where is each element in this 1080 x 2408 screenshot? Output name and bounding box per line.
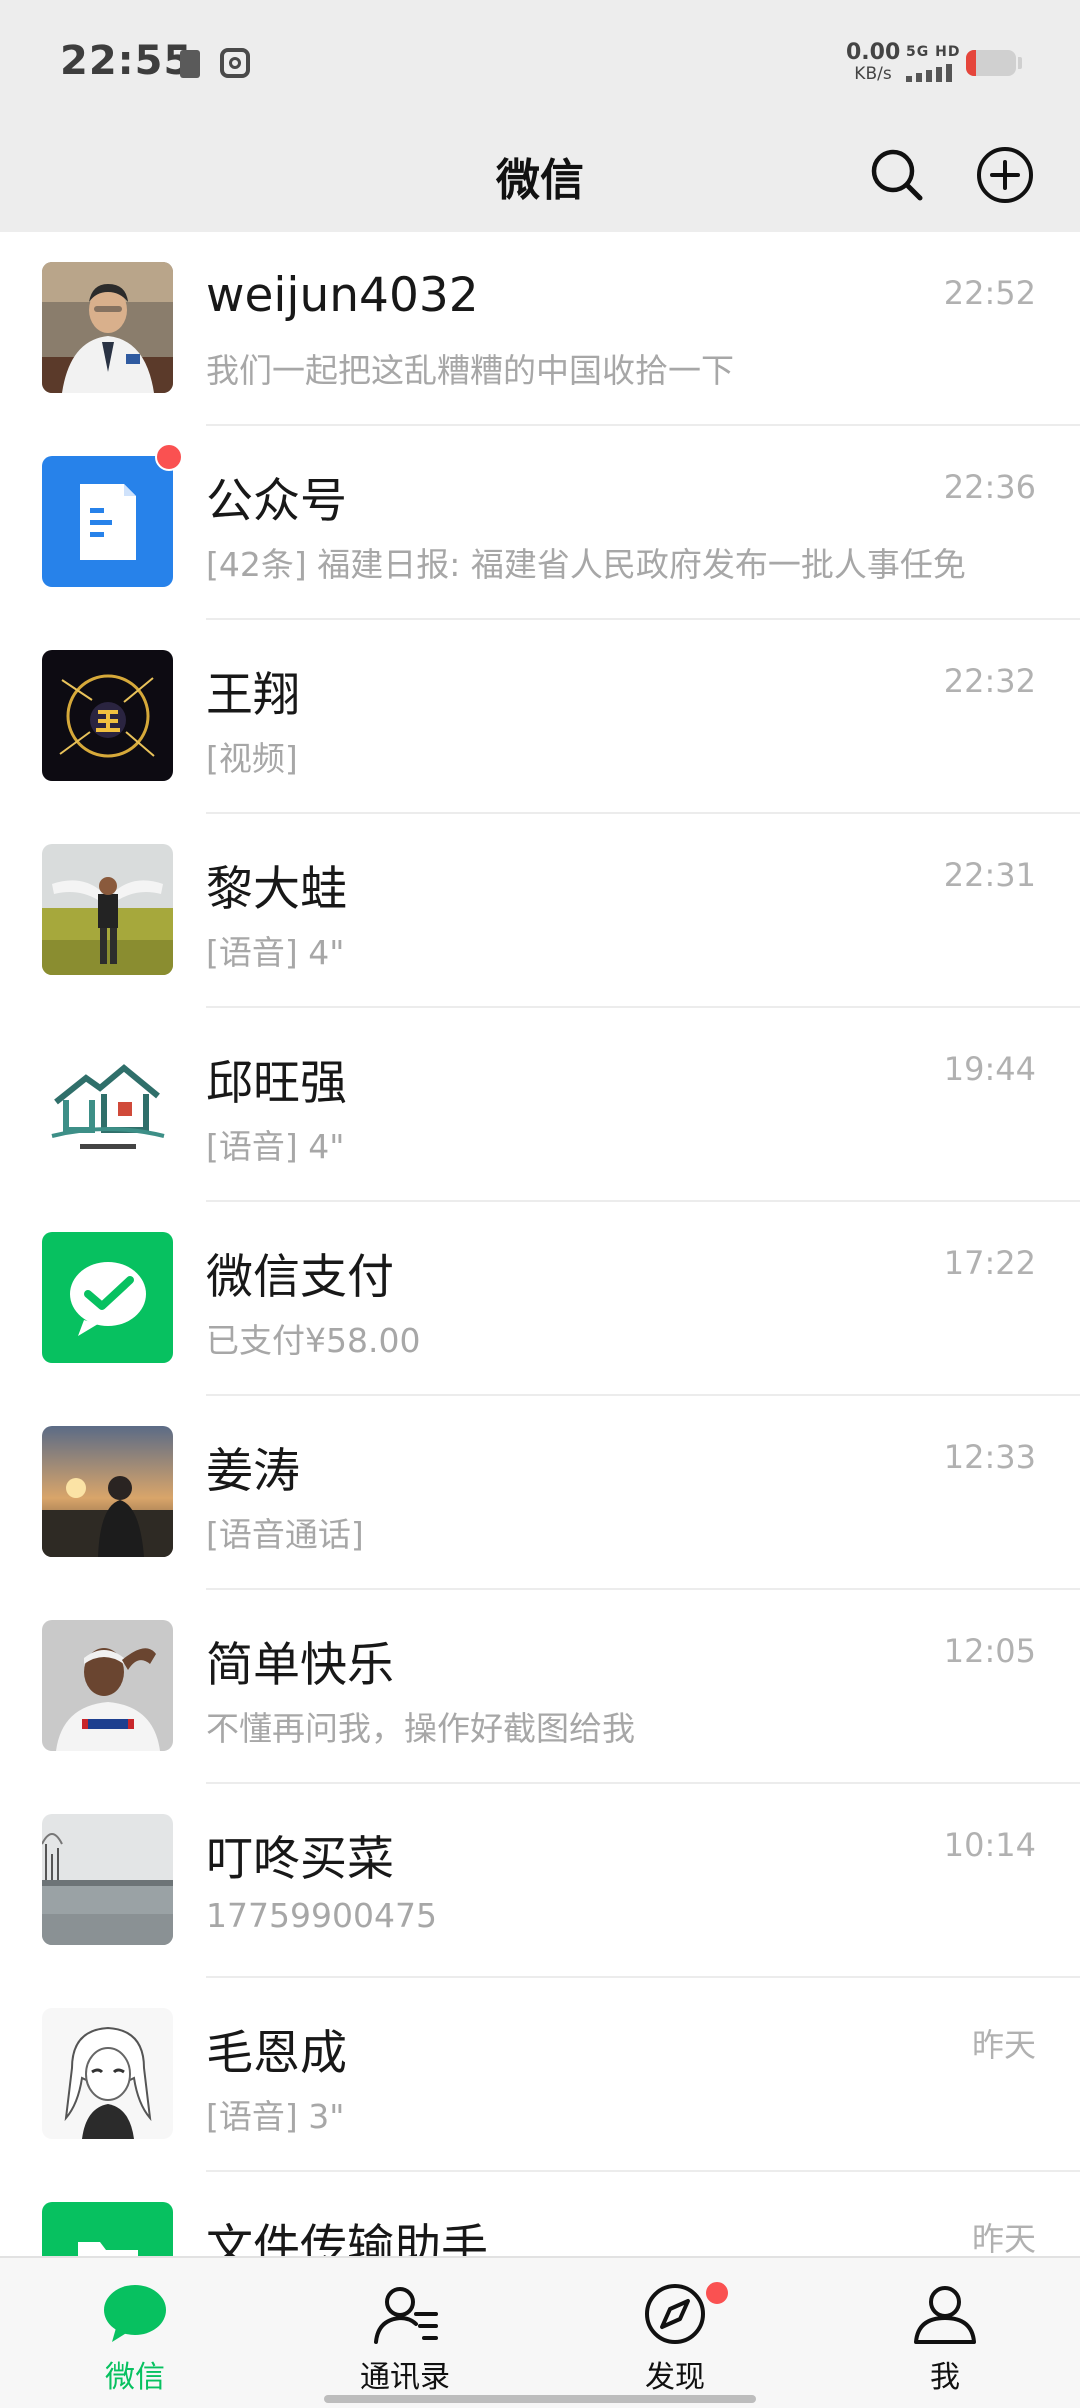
network-speed: 0.00 KB/s: [846, 42, 900, 83]
photo-portrait: [42, 262, 173, 393]
chat-name: 毛恩成: [206, 2026, 347, 2081]
battery-level: [966, 50, 976, 76]
battery-icon: [966, 50, 1016, 76]
chat-time: 12:33: [943, 1438, 1036, 1476]
anime-sketch: [42, 2008, 173, 2139]
official-accounts-icon: [42, 456, 173, 587]
battery-tip: [1018, 57, 1022, 69]
chat-time: 19:44: [943, 1050, 1036, 1088]
avatar[interactable]: [42, 1426, 173, 1557]
avatar[interactable]: [42, 650, 173, 781]
person-icon: [910, 2282, 980, 2346]
app-notification-icon: [220, 48, 250, 78]
chat-name: weijun4032: [206, 268, 479, 323]
chat-time: 22:31: [943, 856, 1036, 894]
chat-name: 叮咚买菜: [206, 1832, 394, 1887]
chat-name: 黎大蛙: [206, 862, 347, 917]
chat-row[interactable]: 简单快乐 不懂再问我，操作好截图给我 12:05: [0, 1590, 1080, 1784]
contacts-icon: [370, 2282, 440, 2346]
app-header: 微信: [0, 122, 1080, 232]
chat-row[interactable]: 公众号 [42条] 福建日报: 福建省人民政府发布一批人事任免 22:36: [0, 426, 1080, 620]
search-button[interactable]: [864, 142, 930, 208]
chat-preview: 我们一起把这乱糟糟的中国收拾一下: [206, 351, 734, 390]
add-button[interactable]: [972, 142, 1038, 208]
dark-logo: [42, 650, 173, 781]
chat-preview: [语音] 4": [206, 1127, 345, 1166]
chat-time: 昨天: [971, 2220, 1036, 2258]
plus-circle-icon: [977, 147, 1033, 203]
network-type: 5G HD: [906, 44, 961, 60]
house-logo: [42, 1038, 173, 1169]
bottom-nav: 微信 通讯录 发现 我: [0, 2256, 1080, 2408]
avatar[interactable]: [42, 1620, 173, 1751]
avatar[interactable]: [42, 262, 173, 393]
photo-field: [42, 844, 173, 975]
avatar[interactable]: [42, 1814, 173, 1945]
chat-time: 17:22: [943, 1244, 1036, 1282]
chat-time: 12:05: [943, 1632, 1036, 1670]
tab-chats[interactable]: 微信: [0, 2258, 270, 2408]
tab-label: 通讯录: [360, 2360, 450, 2395]
chat-name: 邱旺强: [206, 1056, 347, 1111]
chat-preview: [42条] 福建日报: 福建省人民政府发布一批人事任免: [206, 545, 966, 584]
tab-label: 我: [930, 2360, 960, 2395]
search-icon: [871, 149, 923, 201]
chat-time: 10:14: [943, 1826, 1036, 1864]
chat-name: 姜涛: [206, 1444, 300, 1499]
chat-time: 22:52: [943, 274, 1036, 312]
chat-preview: 已支付¥58.00: [206, 1321, 421, 1360]
status-bar: 22:55 0.00 KB/s 5G HD: [0, 0, 1080, 122]
network-speed-value: 0.00: [846, 40, 901, 65]
chat-preview: [语音通话]: [206, 1515, 364, 1554]
wechat-pay-icon: [42, 1232, 173, 1363]
compass-icon: [640, 2282, 710, 2346]
tab-label: 微信: [105, 2360, 165, 2395]
unread-badge: [155, 443, 183, 471]
photo-lake: [42, 1814, 173, 1945]
chat-preview: [语音] 3": [206, 2097, 345, 2136]
chat-row[interactable]: 姜涛 [语音通话] 12:33: [0, 1396, 1080, 1590]
chat-preview: 不懂再问我，操作好截图给我: [206, 1709, 635, 1748]
chat-row[interactable]: 叮咚买菜 17759900475 10:14: [0, 1784, 1080, 1978]
chat-preview: [视频]: [206, 739, 298, 778]
signal-strength-icon: [906, 64, 952, 82]
home-indicator[interactable]: [324, 2395, 756, 2403]
chat-row[interactable]: 黎大蛙 [语音] 4" 22:31: [0, 814, 1080, 1008]
chat-preview: 17759900475: [206, 1896, 437, 1935]
chat-name: 简单快乐: [206, 1638, 394, 1693]
avatar[interactable]: [42, 844, 173, 975]
chat-name: 王翔: [206, 668, 300, 723]
avatar[interactable]: [42, 2008, 173, 2139]
chat-row[interactable]: weijun4032 我们一起把这乱糟糟的中国收拾一下 22:52: [0, 232, 1080, 426]
chat-time: 昨天: [971, 2026, 1036, 2064]
chat-name: 微信支付: [206, 1250, 394, 1305]
status-time: 22:55: [60, 38, 193, 84]
chat-row[interactable]: 毛恩成 [语音] 3" 昨天: [0, 1978, 1080, 2172]
avatar[interactable]: [42, 1232, 173, 1363]
chat-list: weijun4032 我们一起把这乱糟糟的中国收拾一下 22:52 公众号 [4…: [0, 232, 1080, 2366]
tab-discover[interactable]: 发现: [540, 2258, 810, 2408]
chat-row[interactable]: 邱旺强 [语音] 4" 19:44: [0, 1008, 1080, 1202]
avatar[interactable]: [42, 456, 173, 587]
network-speed-unit: KB/s: [854, 64, 892, 84]
chat-name: 公众号: [206, 474, 347, 529]
chat-time: 22:32: [943, 662, 1036, 700]
tab-label: 发现: [645, 2360, 705, 2395]
tab-me[interactable]: 我: [810, 2258, 1080, 2408]
chat-row[interactable]: 王翔 [视频] 22:32: [0, 620, 1080, 814]
photo-sunset: [42, 1426, 173, 1557]
photo-athlete: [42, 1620, 173, 1751]
chat-preview: [语音] 4": [206, 933, 345, 972]
chat-bubble-icon: [100, 2282, 170, 2346]
chat-row[interactable]: 微信支付 已支付¥58.00 17:22: [0, 1202, 1080, 1396]
tab-contacts[interactable]: 通讯录: [270, 2258, 540, 2408]
avatar[interactable]: [42, 1038, 173, 1169]
discover-unread-dot: [704, 2280, 730, 2306]
battery-saver-icon: [180, 50, 200, 78]
chat-time: 22:36: [943, 468, 1036, 506]
